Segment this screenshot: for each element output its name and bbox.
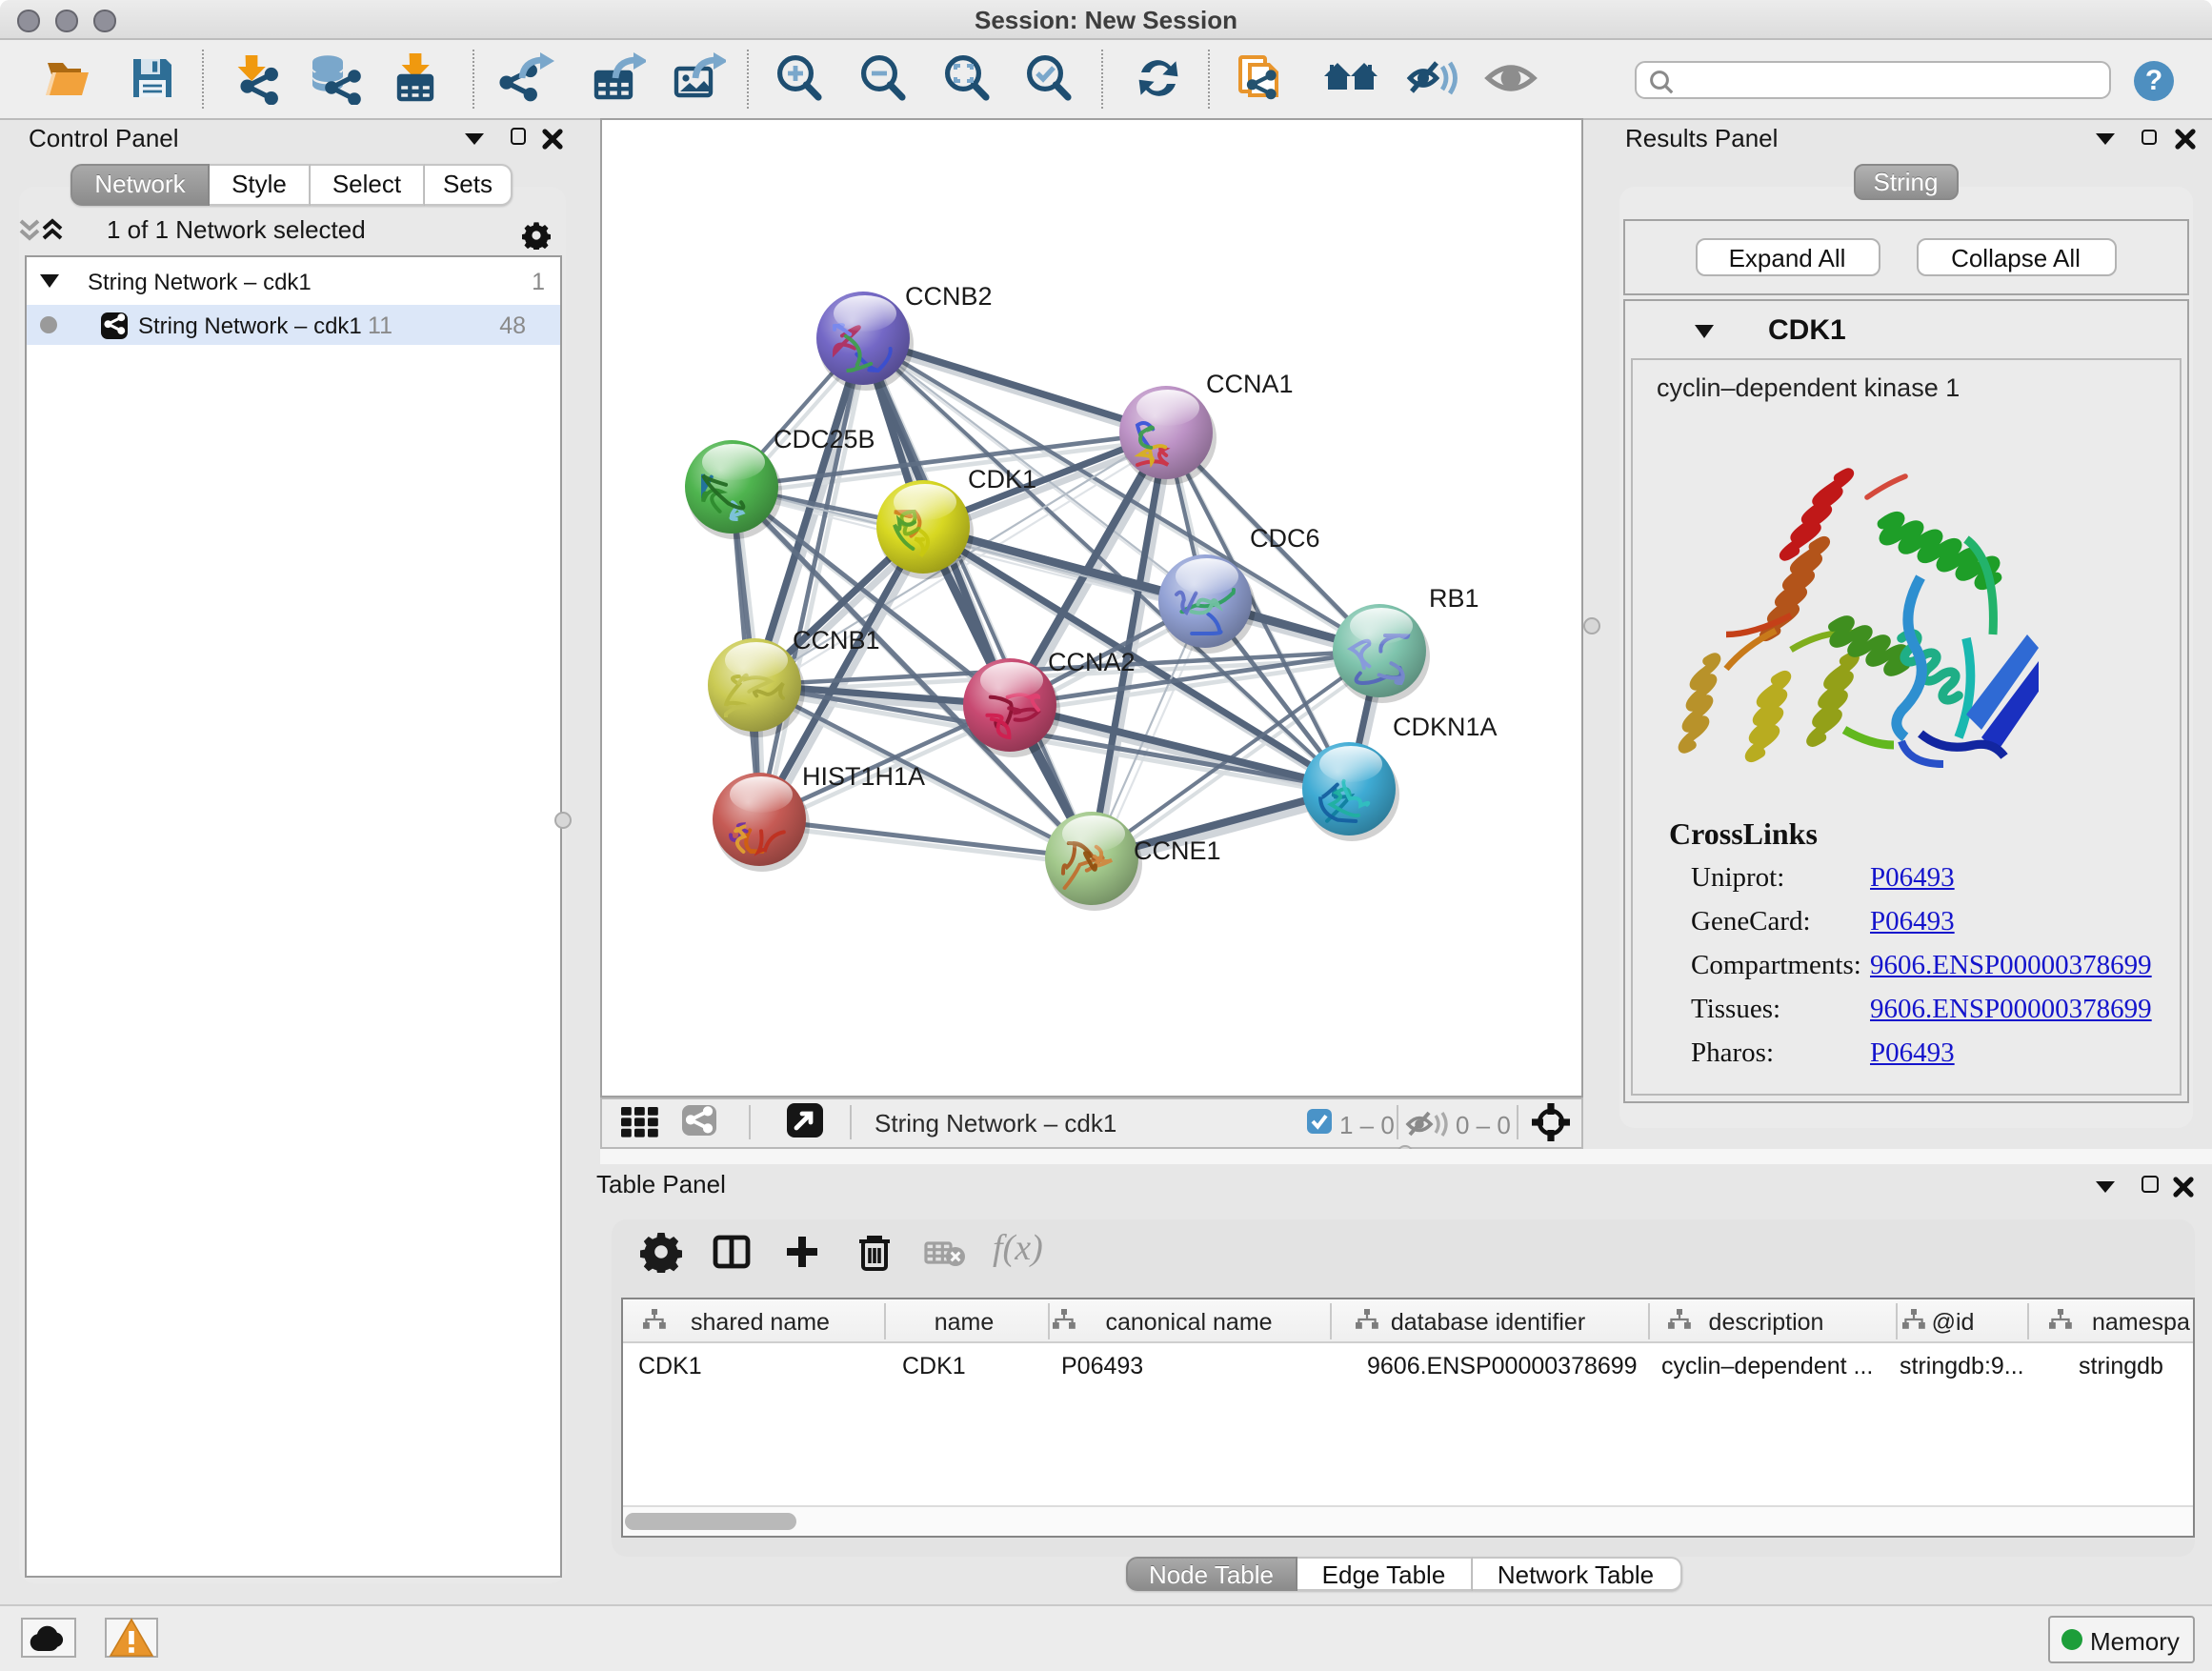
svg-text:CCNA2: CCNA2	[1048, 647, 1136, 675]
svg-text:CDC6: CDC6	[1250, 523, 1320, 552]
svg-text:CCNE1: CCNE1	[1134, 836, 1221, 864]
svg-text:CDKN1A: CDKN1A	[1393, 712, 1498, 740]
svg-text:CCNA1: CCNA1	[1206, 369, 1294, 397]
svg-text:CCNB1: CCNB1	[793, 625, 880, 654]
svg-text:CDK1: CDK1	[968, 464, 1036, 493]
svg-text:CCNB2: CCNB2	[905, 281, 993, 310]
svg-text:RB1: RB1	[1429, 583, 1479, 612]
svg-text:HIST1H1A: HIST1H1A	[802, 761, 925, 790]
svg-text:CDC25B: CDC25B	[774, 424, 875, 453]
